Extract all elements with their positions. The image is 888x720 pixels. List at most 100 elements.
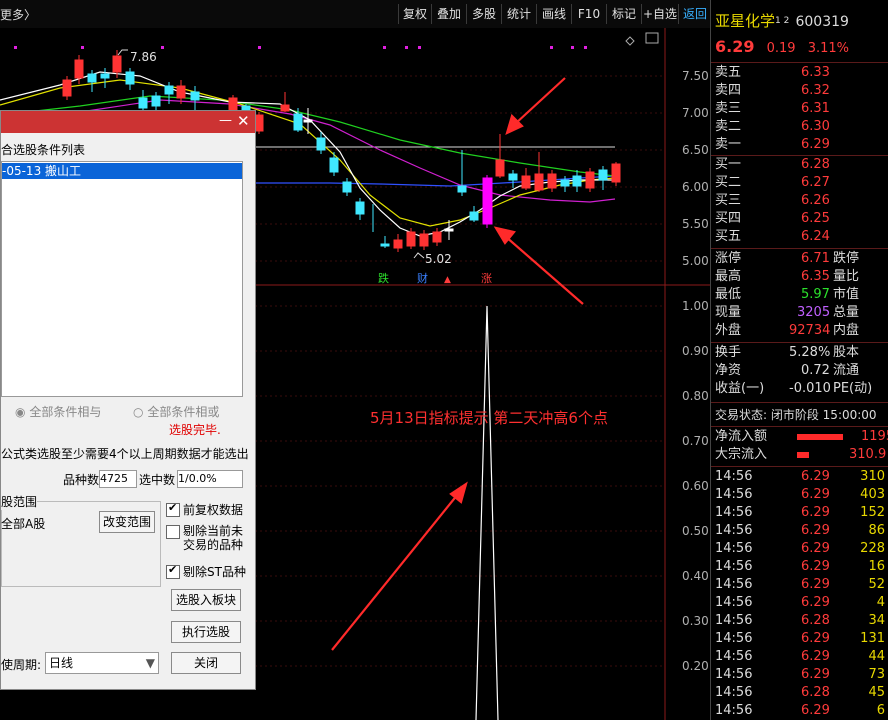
eps-label: 收益(一) <box>715 381 765 396</box>
tick-price: 6.29 <box>801 649 830 664</box>
tick-volume: 228 <box>860 541 885 556</box>
tick-time: 14:56 <box>715 613 753 628</box>
selected-count-field: 1/0.0% <box>177 470 243 488</box>
price-change: 0.19 <box>766 41 796 56</box>
buy5-label: 买五 <box>715 229 742 244</box>
change-range-button[interactable]: 改变范围 <box>99 511 155 533</box>
price-change-pct: 3.11% <box>807 41 850 56</box>
svg-text:0.60: 0.60 <box>682 479 709 493</box>
minimize-icon[interactable]: — <box>219 113 232 128</box>
tick-row: 14:56 6.29 44 <box>715 648 888 666</box>
fuquan-label: 前复权数据 <box>183 503 244 517</box>
outer-disc-label: 外盘 <box>715 323 742 338</box>
net-inflow-value: 1195 <box>861 429 888 444</box>
limit-down-label: 跌停 <box>833 251 860 266</box>
event-mark-rise[interactable]: 涨 <box>481 272 492 285</box>
tick-price: 6.29 <box>801 487 830 502</box>
low-label: 最低 <box>715 287 742 302</box>
indicator-axis: 1.00 0.90 0.80 0.70 0.60 0.50 0.40 0.30 … <box>682 299 709 673</box>
tick-volume: 73 <box>868 667 885 682</box>
block-inflow-label: 大宗流入 <box>715 447 768 462</box>
tick-price: 6.29 <box>801 595 830 610</box>
tick-row: 14:56 6.28 45 <box>715 684 888 702</box>
tick-row: 14:56 6.29 52 <box>715 576 888 594</box>
svg-text:0.80: 0.80 <box>682 389 709 403</box>
tick-price: 6.28 <box>801 613 830 628</box>
svg-text:0.30: 0.30 <box>682 614 709 628</box>
tick-price: 6.29 <box>801 577 830 592</box>
tick-time: 14:56 <box>715 505 753 520</box>
tick-volume: 86 <box>868 523 885 538</box>
current-volume-label: 现量 <box>715 305 742 320</box>
float-label: 流通 <box>833 363 860 378</box>
tick-volume: 310 <box>860 469 885 484</box>
buy1-label: 买一 <box>715 157 742 172</box>
tick-time: 14:56 <box>715 703 753 718</box>
tick-price: 6.28 <box>801 685 830 700</box>
stock-code: 600319 <box>795 14 849 30</box>
overlay-button[interactable]: 叠加 <box>431 4 466 24</box>
current-volume-value: 3205 <box>797 305 831 320</box>
tick-volume: 34 <box>868 613 885 628</box>
condition-list[interactable]: -05-13 搬山工 <box>1 161 243 397</box>
sell2-label: 卖二 <box>715 119 742 134</box>
radio-all-or[interactable]: ○ 全部条件相或 <box>133 403 219 420</box>
close-icon[interactable]: ✕ <box>237 112 250 130</box>
tick-row: 14:56 6.28 34 <box>715 612 888 630</box>
low-marker: 5.02 <box>425 252 452 266</box>
radio-dot-icon: ◉ <box>15 405 26 419</box>
sell5-label: 卖五 <box>715 65 742 80</box>
net-assets-label: 净资 <box>715 363 742 378</box>
event-mark-finance[interactable]: 财 <box>417 271 428 285</box>
event-mark-triangle[interactable]: ▲ <box>444 275 451 285</box>
stock-name[interactable]: 亚星化学 <box>715 12 775 30</box>
draw-line-button[interactable]: 画线 <box>536 4 571 24</box>
tick-time: 14:56 <box>715 649 753 664</box>
svg-text:0.40: 0.40 <box>682 569 709 583</box>
high-value: 6.35 <box>801 269 830 284</box>
dialog-titlebar[interactable]: — ✕ <box>1 111 255 133</box>
add-to-block-button[interactable]: 选股入板块 <box>171 589 241 611</box>
execute-pick-button[interactable]: 执行选股 <box>171 621 241 643</box>
tick-price: 6.29 <box>801 541 830 556</box>
trading-status: 交易状态: 闭市阶段 15:00:00 <box>715 408 877 422</box>
fuquan-checkbox[interactable]: ✔ <box>166 501 180 517</box>
limit-up-value: 6.71 <box>801 251 830 266</box>
variety-count-label: 品种数 <box>63 473 100 487</box>
statistics-button[interactable]: 统计 <box>501 4 536 24</box>
period-label: 使周期: <box>1 658 42 672</box>
tick-time: 14:56 <box>715 469 753 484</box>
tick-time: 14:56 <box>715 631 753 646</box>
exclude-untraded-checkbox[interactable] <box>166 525 180 539</box>
close-button[interactable]: 关闭 <box>171 652 241 674</box>
tick-row: 14:56 6.29 6 <box>715 702 888 720</box>
exclude-st-label: 剔除ST品种 <box>183 565 246 579</box>
condition-list-item[interactable]: -05-13 搬山工 <box>2 163 242 179</box>
svg-text:7.50: 7.50 <box>682 69 709 83</box>
stock-picker-dialog: — ✕ 合选股条件列表 -05-13 搬山工 ◉ 全部条件相与 ○ 全部条件相或… <box>0 110 256 690</box>
mark-button[interactable]: 标记 <box>606 4 641 24</box>
period-select[interactable]: 日线 ▼ <box>45 652 159 674</box>
fuquan-button[interactable]: 复权 <box>398 4 431 24</box>
svg-text:0.90: 0.90 <box>682 344 709 358</box>
event-mark-fall[interactable]: 跌 <box>378 271 389 285</box>
eps-value: -0.010 <box>789 381 831 396</box>
last-price: 6.29 <box>715 37 755 56</box>
back-button[interactable]: 返回 <box>678 4 711 24</box>
exclude-st-checkbox[interactable]: ✔ <box>166 563 180 579</box>
f10-button[interactable]: F10 <box>571 4 606 24</box>
more-menu[interactable]: 更多〉 <box>0 6 36 23</box>
radio-all-or-label: 全部条件相或 <box>147 405 220 419</box>
svg-text:6.00: 6.00 <box>682 180 709 194</box>
multi-stock-button[interactable]: 多股 <box>466 4 501 24</box>
turnover-value: 5.28% <box>789 345 831 360</box>
add-watchlist-button[interactable]: +自选 <box>641 4 678 24</box>
radio-all-and[interactable]: ◉ 全部条件相与 <box>15 403 101 420</box>
tick-row: 14:56 6.29 73 <box>715 666 888 684</box>
tick-volume: 6 <box>876 703 885 718</box>
sell1-label: 卖一 <box>715 137 742 152</box>
net-assets-value: 0.72 <box>801 363 830 378</box>
tick-row: 14:56 6.29 228 <box>715 540 888 558</box>
tick-price: 6.29 <box>801 469 830 484</box>
tick-price: 6.29 <box>801 559 830 574</box>
